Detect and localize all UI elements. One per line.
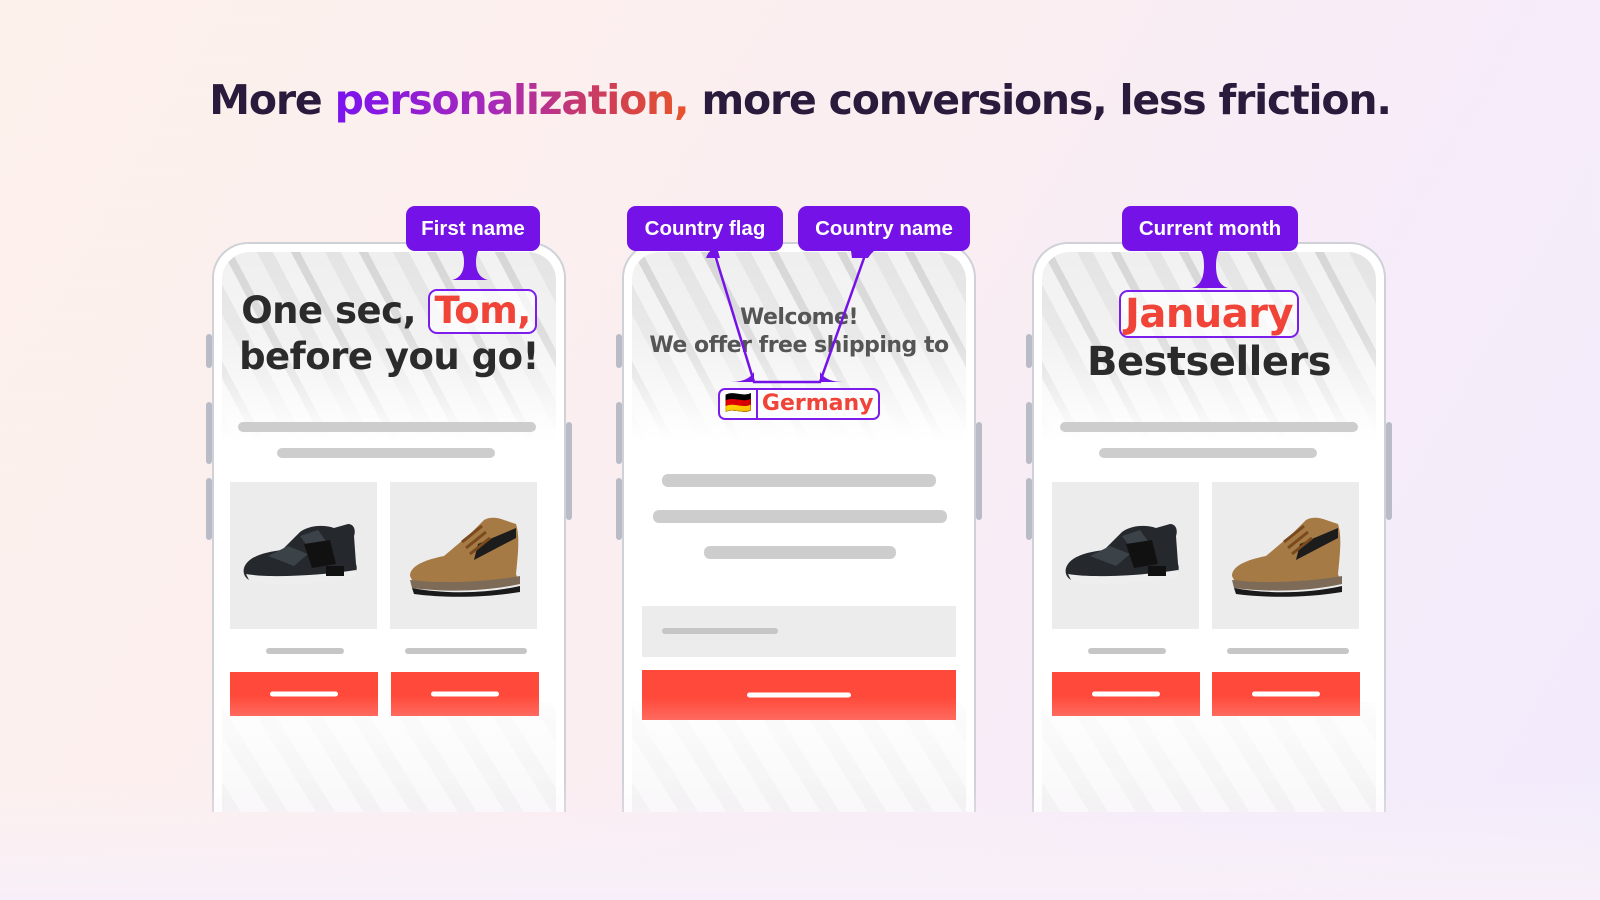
text-placeholder [653, 510, 947, 523]
text-placeholder [277, 448, 495, 458]
product-buy-button[interactable] [391, 672, 539, 716]
tag-label: Country flag [644, 216, 766, 240]
sneaker-icon [1065, 523, 1179, 584]
current-month-token: January [1118, 290, 1300, 338]
product-name-placeholder [1227, 648, 1349, 654]
input-placeholder [662, 628, 778, 634]
phone-mockup-current-month: January Bestsellers [1032, 242, 1386, 812]
tag-label: Current month [1138, 216, 1282, 240]
phone-side-button [1386, 422, 1392, 520]
first-name-token: Tom, [428, 289, 537, 334]
sneaker-icon [243, 523, 357, 584]
text-placeholder [1060, 422, 1358, 432]
tag-label: First name [421, 216, 525, 240]
tag-current-month: Current month [1122, 206, 1298, 251]
product-buy-button[interactable] [1212, 672, 1360, 716]
text-placeholder [238, 422, 536, 432]
tag-connector [690, 244, 888, 384]
button-label-placeholder [431, 691, 499, 697]
popup-title: One sec, Tom, before you go! [222, 288, 556, 380]
headline-accent: personalization, [334, 76, 690, 124]
text-placeholder [1099, 448, 1317, 458]
button-label-placeholder [270, 691, 338, 697]
text-placeholder [662, 474, 936, 487]
title-text: One sec, [241, 289, 429, 332]
email-input[interactable] [642, 606, 956, 657]
headline-prefix: More [209, 76, 335, 124]
tag-connector [1188, 244, 1232, 288]
tag-label: Country name [815, 216, 953, 240]
product-name-placeholder [1088, 648, 1166, 654]
decorative-background [1042, 702, 1376, 812]
headline-suffix: more conversions, less friction. [688, 76, 1391, 124]
decorative-background [222, 702, 556, 812]
page-headline: More personalization, more conversions, … [0, 76, 1600, 124]
email-preview-screen: January Bestsellers [1042, 252, 1376, 812]
tag-first-name: First name [406, 206, 540, 251]
phone-side-button [976, 422, 982, 520]
product-image[interactable] [1052, 482, 1199, 629]
title-text: before you go! [239, 335, 539, 378]
title-text: Bestsellers [1086, 339, 1332, 385]
product-image[interactable] [230, 482, 377, 629]
product-name-placeholder [266, 648, 344, 654]
submit-button[interactable] [642, 670, 956, 720]
boot-icon [409, 517, 520, 597]
tag-country-flag: Country flag [627, 206, 783, 251]
button-label-placeholder [1092, 691, 1160, 697]
boot-icon [1231, 517, 1342, 597]
button-label-placeholder [747, 692, 851, 698]
bestsellers-title: January Bestsellers [1042, 290, 1376, 386]
phone-mockup-first-name: One sec, Tom, before you go! [212, 242, 566, 812]
email-preview-screen: One sec, Tom, before you go! [222, 252, 556, 812]
germany-flag-icon: 🇩🇪 [724, 391, 752, 416]
tag-country-name: Country name [798, 206, 970, 251]
product-buy-button[interactable] [1052, 672, 1200, 716]
product-buy-button[interactable] [230, 672, 378, 716]
product-image[interactable] [1212, 482, 1359, 629]
text-placeholder [704, 546, 896, 559]
product-name-placeholder [405, 648, 527, 654]
button-label-placeholder [1252, 691, 1320, 697]
phone-side-button [566, 422, 572, 520]
product-image[interactable] [390, 482, 537, 629]
